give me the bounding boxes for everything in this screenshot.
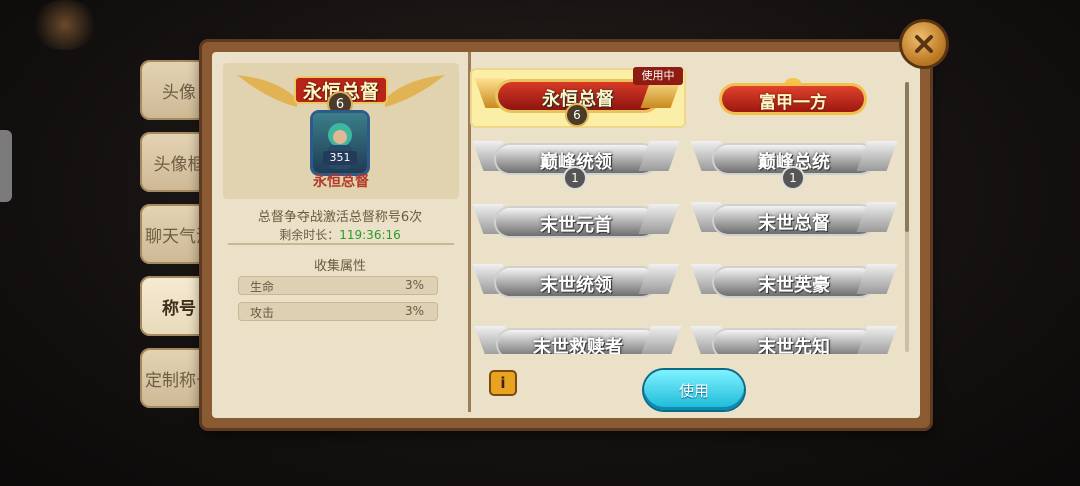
title-level-badge: 1 <box>565 168 585 188</box>
title-badge-doom-governor[interactable]: 末世总督 <box>690 196 898 246</box>
title-text: 末世统领 <box>540 275 612 296</box>
remaining-time-value: 119:36:16 <box>339 228 401 242</box>
title-badge-doom-commander[interactable]: 末世统领 <box>472 258 680 308</box>
title-badge-peak-commander[interactable]: 巅峰统领 1 <box>472 135 680 188</box>
title-text: 末世救赎者 <box>533 337 623 354</box>
remaining-time-label: 剩余时长： <box>279 228 340 242</box>
attribute-row: 生命 3% <box>238 276 438 295</box>
title-text: 末世先知 <box>758 337 830 354</box>
background-glow <box>30 0 100 50</box>
title-badge-doom-prophet[interactable]: 末世先知 <box>690 320 898 354</box>
title-text: 末世英豪 <box>758 275 830 296</box>
title-text: 末世元首 <box>540 215 612 236</box>
title-badge-peak-president[interactable]: 巅峰总统 1 <box>690 135 898 188</box>
title-badge-doom-hero[interactable]: 末世英豪 <box>690 258 898 308</box>
title-text: 末世总督 <box>758 213 830 234</box>
attribute-row: 攻击 3% <box>238 302 438 321</box>
info-button[interactable]: i <box>491 372 515 394</box>
use-button[interactable]: 使用 <box>644 370 744 410</box>
title-badge-doom-chief[interactable]: 末世元首 <box>472 198 680 248</box>
portrait-level: 351 <box>323 151 357 165</box>
attribute-label: 生命 <box>250 280 275 294</box>
remaining-time: 剩余时长：119:36:16 <box>222 226 458 243</box>
close-button[interactable] <box>902 22 946 66</box>
title-badge-doom-redeemer[interactable]: 末世救赎者 <box>474 320 682 354</box>
scrollbar-thumb[interactable] <box>905 82 909 232</box>
side-pull-handle[interactable] <box>0 130 12 202</box>
section-divider <box>228 243 454 245</box>
preview-name: 永恒总督 <box>313 174 369 190</box>
in-use-badge: 使用中 <box>633 67 683 85</box>
title-level-badge: 6 <box>567 105 587 125</box>
unlock-description: 总督争夺战激活总督称号6次 <box>257 210 423 225</box>
attribute-label: 攻击 <box>250 306 275 320</box>
title-text: 富甲一方 <box>759 93 827 113</box>
title-level-badge: 1 <box>783 168 803 188</box>
attribute-value: 3% <box>404 304 424 318</box>
panel-divider <box>468 52 471 412</box>
close-icon <box>915 35 933 53</box>
attribute-value: 3% <box>404 278 424 292</box>
attributes-title: 收集属性 <box>313 259 366 274</box>
title-preview: 永恒总督 6 351 永恒总督 <box>223 63 459 199</box>
title-badge-rich[interactable]: 富甲一方 <box>716 78 870 118</box>
scroll-clip-area: 末世救赎者 末世先知 <box>472 312 900 354</box>
preview-level-badge: 6 <box>329 93 351 115</box>
